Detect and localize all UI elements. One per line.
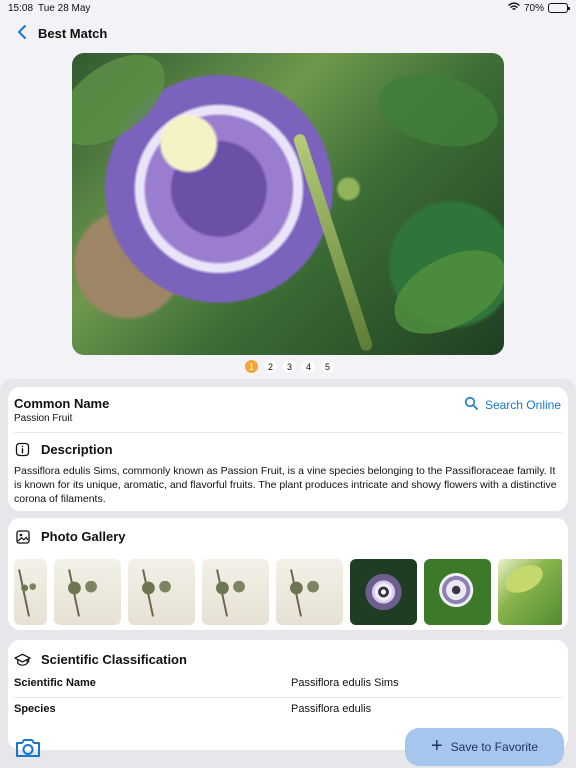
herbarium-thumbnail[interactable]: [54, 559, 121, 625]
herbarium-thumbnail[interactable]: [14, 559, 47, 625]
search-online-button[interactable]: Search Online: [464, 396, 561, 413]
common-name-value: Passion Fruit: [14, 413, 73, 424]
search-icon: [464, 396, 478, 413]
photo-pager: 1 2 3 4 5: [245, 360, 334, 373]
status-right: 70%: [508, 2, 570, 14]
page-indicator-1[interactable]: 1: [245, 360, 258, 373]
page-indicator-3[interactable]: 3: [283, 360, 296, 373]
page-title: Best Match: [38, 26, 108, 41]
scientific-name-value: Passiflora edulis Sims: [291, 677, 399, 689]
camera-icon: [13, 739, 43, 764]
photo-gallery-title: Photo Gallery: [41, 529, 126, 544]
flower-thumbnail[interactable]: [350, 559, 417, 625]
stem-shape: [292, 132, 374, 352]
common-name-label: Common Name: [14, 396, 110, 411]
herbarium-thumbnail[interactable]: [202, 559, 269, 625]
species-value: Passiflora edulis: [291, 703, 372, 715]
graduation-cap-icon: [14, 651, 31, 668]
wifi-icon: [508, 2, 520, 14]
common-name-card: Common Name Passion Fruit Search Online …: [8, 387, 568, 511]
divider: [14, 697, 562, 698]
species-label: Species: [14, 703, 56, 715]
photo-gallery-card: Photo Gallery: [8, 518, 568, 630]
leaf-shape: [369, 55, 504, 165]
leaf-shape: [381, 238, 504, 346]
description-text: Passiflora edulis Sims, commonly known a…: [14, 465, 557, 505]
herbarium-thumbnail[interactable]: [276, 559, 343, 625]
page-indicator-2[interactable]: 2: [264, 360, 277, 373]
camera-button[interactable]: [13, 736, 43, 760]
description-heading: Description: [14, 441, 113, 458]
battery-percent: 70%: [523, 2, 544, 14]
photo-gallery-heading: Photo Gallery: [14, 528, 126, 545]
status-time: 15:08: [8, 3, 34, 14]
search-online-label: Search Online: [484, 397, 561, 412]
status-bar: 15:08 Tue 28 May 70%: [0, 0, 576, 18]
status-date: Tue 28 May: [38, 3, 91, 14]
navigation-bar: Best Match: [0, 22, 576, 46]
description-title: Description: [41, 442, 113, 457]
scientific-classification-title: Scientific Classification: [41, 652, 187, 667]
save-to-favorite-label: Save to Favorite: [450, 740, 539, 754]
plus-icon: +: [430, 735, 443, 757]
herbarium-thumbnail[interactable]: [128, 559, 195, 625]
battery-icon: [548, 3, 570, 13]
back-button[interactable]: [12, 24, 32, 44]
flower-thumbnail[interactable]: [424, 559, 491, 625]
divider: [14, 432, 562, 433]
scientific-classification-heading: Scientific Classification: [14, 651, 187, 668]
info-icon: [14, 441, 31, 458]
page-indicator-4[interactable]: 4: [302, 360, 315, 373]
photo-gallery-strip[interactable]: [14, 559, 562, 625]
plant-thumbnail[interactable]: [498, 559, 562, 625]
scientific-name-label: Scientific Name: [14, 677, 96, 689]
chevron-left-icon: [17, 24, 27, 45]
leaf-shape: [72, 53, 182, 160]
image-icon: [14, 528, 31, 545]
plant-photo[interactable]: [72, 53, 504, 355]
page-indicator-5[interactable]: 5: [321, 360, 334, 373]
save-to-favorite-button[interactable]: + Save to Favorite: [405, 728, 564, 766]
